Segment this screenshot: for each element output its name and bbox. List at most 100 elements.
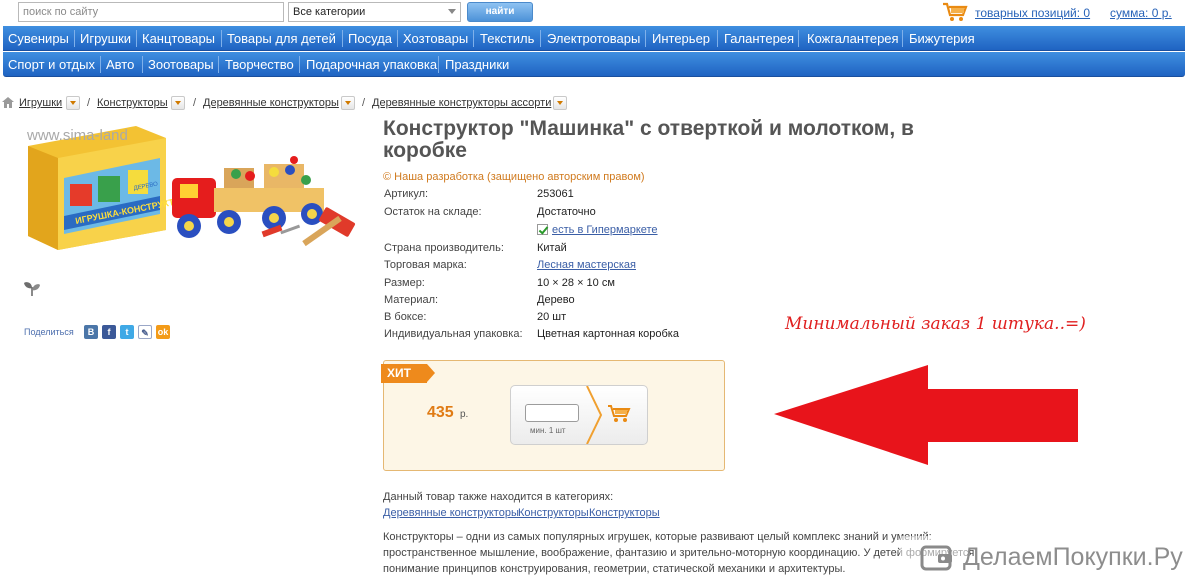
quantity-input[interactable] xyxy=(525,404,579,422)
search-button[interactable]: найти xyxy=(467,2,533,22)
twitter-icon[interactable]: t xyxy=(120,325,134,339)
nav-item-kids-goods[interactable]: Товары для детей xyxy=(227,26,336,51)
nav-item-electronics[interactable]: Электротовары xyxy=(547,26,640,51)
odnoklassniki-icon[interactable]: ok xyxy=(156,325,170,339)
add-to-cart-button[interactable] xyxy=(607,404,631,424)
spec-value-article: 253061 xyxy=(537,188,574,200)
nav-divider xyxy=(438,56,439,73)
spec-label-size: Размер: xyxy=(384,277,425,289)
spec-value-stock: Достаточно xyxy=(537,206,596,218)
wallet-icon xyxy=(920,545,952,571)
chevron-down-icon[interactable] xyxy=(341,96,355,110)
chevron-down-icon[interactable] xyxy=(66,96,80,110)
breadcrumb: Игрушки / Конструкторы / Деревянные конс… xyxy=(0,95,700,111)
chevron-right-icon xyxy=(586,386,603,444)
nav-item-textile[interactable]: Текстиль xyxy=(480,26,534,51)
breadcrumb-wooden-constructors[interactable]: Деревянные конструкторы xyxy=(203,97,339,109)
nav-divider xyxy=(397,30,398,47)
eco-leaf-icon xyxy=(24,282,40,296)
breadcrumb-toys[interactable]: Игрушки xyxy=(19,97,62,109)
facebook-icon[interactable]: f xyxy=(102,325,116,339)
description-line: пространственное мышление, воображение, … xyxy=(383,547,975,559)
nav-item-leather-goods[interactable]: Кожгалантерея xyxy=(807,26,899,51)
breadcrumb-separator: / xyxy=(362,97,366,109)
nav-divider xyxy=(473,30,474,47)
share-label: Поделиться xyxy=(24,327,74,337)
also-in-categories-title: Данный товар также находится в категория… xyxy=(383,491,614,503)
description-line: Конструкторы – одни из самых популярных … xyxy=(383,531,932,543)
chevron-down-icon xyxy=(448,9,456,14)
nav-item-household[interactable]: Хозтовары xyxy=(403,26,468,51)
category-select[interactable]: Все категории xyxy=(288,2,461,22)
nav-item-souvenirs[interactable]: Сувениры xyxy=(8,26,69,51)
cart-sum-link[interactable]: сумма: 0 р. xyxy=(1110,6,1172,20)
nav-item-toys[interactable]: Игрушки xyxy=(80,26,131,51)
breadcrumb-separator: / xyxy=(193,97,197,109)
spec-value-material: Дерево xyxy=(537,294,575,306)
category-link-wooden[interactable]: Деревянные конструкторы xyxy=(383,507,519,519)
spec-value-size: 10 × 28 × 10 см xyxy=(537,277,615,289)
price-unit: р. xyxy=(460,409,469,420)
livejournal-icon[interactable]: ✎ xyxy=(138,325,152,339)
min-quantity-label: мин. 1 шт xyxy=(530,426,566,435)
breadcrumb-wooden-assorted[interactable]: Деревянные конструкторы ассорти xyxy=(372,97,551,109)
nav-item-pet-goods[interactable]: Зоотовары xyxy=(148,52,214,77)
nav-item-sport[interactable]: Спорт и отдых xyxy=(8,52,95,77)
nav-divider xyxy=(540,30,541,47)
spec-value-country: Китай xyxy=(537,242,567,254)
hit-badge: ХИТ xyxy=(381,364,435,383)
brand-link[interactable]: Лесная мастерская xyxy=(537,259,636,271)
spec-label-country: Страна производитель: xyxy=(384,242,504,254)
nav-divider xyxy=(142,56,143,73)
site-watermark-logo: ДелаемПокупки.Ру xyxy=(963,543,1183,571)
nav-item-interior[interactable]: Интерьер xyxy=(652,26,710,51)
chevron-down-icon[interactable] xyxy=(171,96,185,110)
category-link-constructors-2[interactable]: Конструкторы xyxy=(589,507,660,519)
cart-icon[interactable] xyxy=(942,2,968,22)
hypermarket-link[interactable]: есть в Гипермаркете xyxy=(552,224,658,236)
spec-label-box-qty: В боксе: xyxy=(384,311,427,323)
nav-divider xyxy=(221,30,222,47)
nav-item-holidays[interactable]: Праздники xyxy=(445,52,509,77)
nav-divider xyxy=(136,30,137,47)
spec-value-packaging: Цветная картонная коробка xyxy=(537,328,679,340)
spec-value-box-qty: 20 шт xyxy=(537,311,567,323)
check-icon xyxy=(537,224,548,235)
nav-item-stationery[interactable]: Канцтовары xyxy=(142,26,215,51)
nav-divider xyxy=(717,30,718,47)
main-nav-row-1: Сувениры Игрушки Канцтовары Товары для д… xyxy=(3,26,1185,51)
spec-label-brand: Торговая марка: xyxy=(384,259,467,271)
spec-label-material: Материал: xyxy=(384,294,439,306)
chevron-down-icon[interactable] xyxy=(553,96,567,110)
nav-item-haberdashery[interactable]: Галантерея xyxy=(724,26,794,51)
spec-label-stock: Остаток на складе: xyxy=(384,206,482,218)
min-order-note: Минимальный заказ 1 штука..=) xyxy=(785,314,1086,334)
home-icon[interactable] xyxy=(2,97,14,108)
nav-item-dishes[interactable]: Посуда xyxy=(348,26,392,51)
description-line: понимание принципов конструирования, гео… xyxy=(383,563,846,575)
category-select-value: Все категории xyxy=(293,6,366,18)
nav-item-auto[interactable]: Авто xyxy=(106,52,134,77)
nav-divider xyxy=(342,30,343,47)
cart-items-link[interactable]: товарных позиций: 0 xyxy=(975,6,1090,20)
image-watermark: www.sima-land xyxy=(27,127,128,144)
nav-divider xyxy=(299,56,300,73)
red-arrow-annotation xyxy=(774,365,1078,465)
category-link-constructors[interactable]: Конструкторы xyxy=(518,507,589,519)
nav-item-gift-wrap[interactable]: Подарочная упаковка xyxy=(306,52,437,77)
nav-divider xyxy=(902,30,903,47)
vkontakte-icon[interactable]: В xyxy=(84,325,98,339)
copyright-note: © Наша разработка (защищено авторским пр… xyxy=(383,171,645,183)
top-bar: Все категории найти товарных позиций: 0 … xyxy=(0,0,1200,24)
search-input[interactable] xyxy=(18,2,284,22)
nav-item-jewelry[interactable]: Бижутерия xyxy=(909,26,975,51)
spec-label-packaging: Индивидуальная упаковка: xyxy=(384,328,523,340)
nav-item-creativity[interactable]: Творчество xyxy=(225,52,294,77)
breadcrumb-constructors[interactable]: Конструкторы xyxy=(97,97,168,109)
nav-divider xyxy=(100,56,101,73)
nav-divider xyxy=(218,56,219,73)
price: 435 xyxy=(427,404,454,421)
nav-divider xyxy=(74,30,75,47)
product-title: Конструктор "Машинка" с отверткой и моло… xyxy=(383,117,914,162)
nav-divider xyxy=(798,30,799,47)
